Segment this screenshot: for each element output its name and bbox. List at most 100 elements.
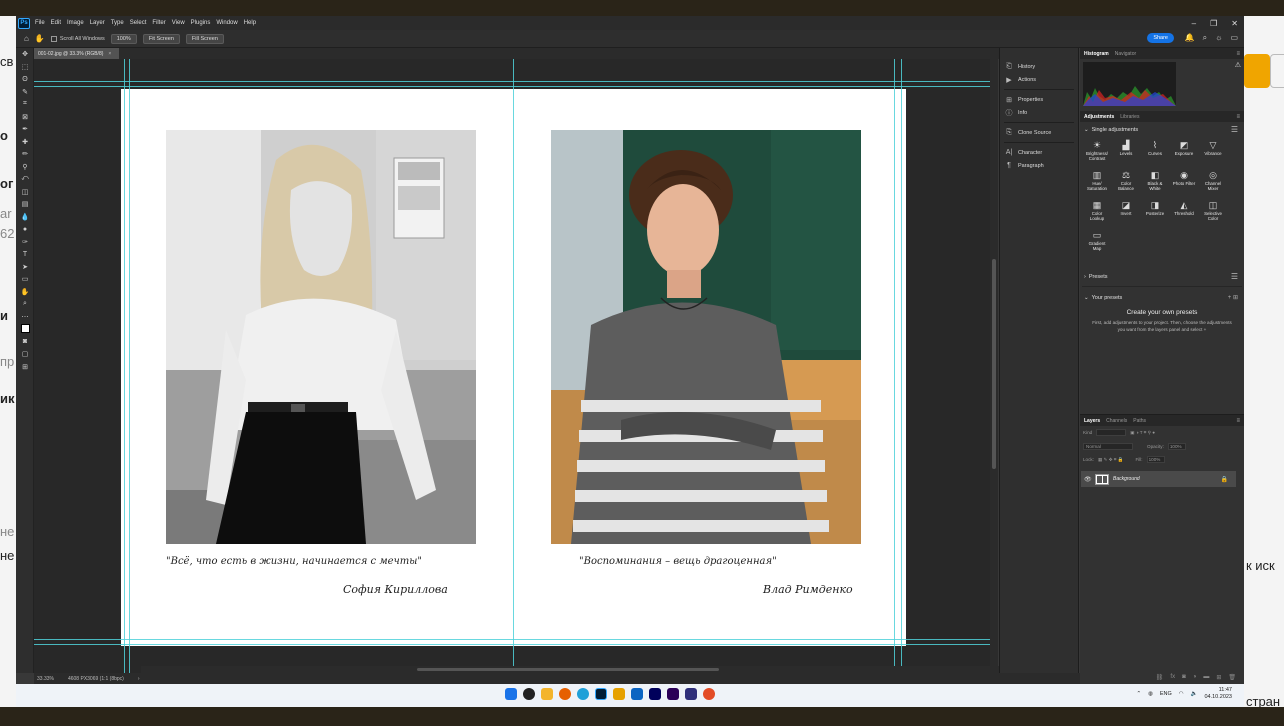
your-presets-header[interactable]: ⌄ Your presets bbox=[1084, 295, 1122, 301]
adjustment-invert[interactable]: ◪ Invert bbox=[1113, 200, 1139, 216]
minimize-button[interactable]: – bbox=[1192, 19, 1196, 28]
new-layer-icon[interactable]: ⊞ bbox=[1216, 674, 1221, 681]
marquee-tool-icon[interactable]: ⬚ bbox=[16, 61, 34, 74]
menu-help[interactable]: Help bbox=[244, 20, 256, 26]
fit-screen-button[interactable]: Fit Screen bbox=[142, 33, 180, 44]
menu-edit[interactable]: Edit bbox=[51, 20, 61, 26]
blend-mode-dropdown[interactable]: Normal bbox=[1083, 443, 1133, 450]
lasso-tool-icon[interactable]: ʘ bbox=[16, 73, 34, 86]
path-selection-tool-icon[interactable]: ➤ bbox=[16, 261, 34, 274]
vertical-scrollbar[interactable] bbox=[990, 59, 998, 673]
start-icon[interactable] bbox=[505, 688, 517, 700]
document-tab[interactable]: 001-02.jpg @ 33.3% (RGB/8) × bbox=[34, 48, 119, 59]
history-brush-tool-icon[interactable]: ⤺ bbox=[16, 173, 34, 186]
move-tool-icon[interactable]: ✥ bbox=[16, 48, 34, 61]
tab-layers[interactable]: Layers bbox=[1084, 418, 1100, 424]
adjustment-photo-filter[interactable]: ◉ Photo Filter bbox=[1171, 170, 1197, 186]
restore-button[interactable]: ❐ bbox=[1210, 19, 1217, 28]
dock-info[interactable]: ⓘ Info bbox=[1000, 106, 1078, 119]
menu-view[interactable]: View bbox=[172, 20, 185, 26]
mask-icon[interactable]: ◙ bbox=[1182, 674, 1186, 681]
close-tab-icon[interactable]: × bbox=[108, 51, 111, 57]
list-view-icon[interactable]: ☰ bbox=[1231, 272, 1238, 281]
adjustment-vibrance[interactable]: ▽ Vibrance bbox=[1200, 140, 1226, 156]
premiere-icon[interactable] bbox=[667, 688, 679, 700]
chevron-up-icon[interactable]: ⌃ bbox=[1136, 691, 1141, 697]
gradient-tool-icon[interactable]: ▤ bbox=[16, 198, 34, 211]
fx-icon[interactable]: fx bbox=[1170, 674, 1175, 681]
spot-healing-tool-icon[interactable]: ✚ bbox=[16, 136, 34, 149]
warning-icon[interactable]: ⚠ bbox=[1235, 61, 1241, 69]
blur-tool-icon[interactable]: 💧 bbox=[16, 211, 34, 224]
dock-paragraph[interactable]: ¶ Paragraph bbox=[1000, 159, 1078, 172]
chrome-icon[interactable] bbox=[703, 688, 715, 700]
list-view-icon[interactable]: ☰ bbox=[1231, 125, 1238, 134]
dock-actions[interactable]: ▶ Actions bbox=[1000, 73, 1078, 86]
menu-type[interactable]: Type bbox=[111, 20, 124, 26]
hand-tool-icon[interactable]: ✋ bbox=[16, 286, 34, 299]
clone-stamp-tool-icon[interactable]: ⚲ bbox=[16, 161, 34, 174]
add-preset-icon[interactable]: + ⊞ bbox=[1228, 294, 1238, 301]
opacity-field[interactable]: 100% bbox=[1167, 443, 1186, 450]
edge-icon[interactable] bbox=[577, 688, 589, 700]
adjustment-selective-color[interactable]: ◫ Selective Color bbox=[1200, 200, 1226, 221]
firefox-icon[interactable] bbox=[559, 688, 571, 700]
language-indicator[interactable]: ENG bbox=[1160, 691, 1172, 697]
presets-header[interactable]: › Presets bbox=[1084, 274, 1108, 280]
tab-libraries[interactable]: Libraries bbox=[1120, 114, 1139, 120]
workspace-icon[interactable]: ▭ bbox=[1230, 33, 1238, 43]
adjustment-layer-icon[interactable]: ◑ bbox=[1193, 674, 1197, 681]
file-explorer-icon[interactable] bbox=[541, 688, 553, 700]
adjustment-color-balance[interactable]: ⚖ Color Balance bbox=[1113, 170, 1139, 191]
horizontal-scroll-thumb[interactable] bbox=[417, 668, 719, 671]
group-icon[interactable]: ▬ bbox=[1203, 674, 1209, 681]
zoom-level[interactable]: 33.33% bbox=[37, 676, 54, 682]
adjustment-channel-mixer[interactable]: ◎ Channel Mixer bbox=[1200, 170, 1226, 191]
quick-mask-icon[interactable]: ◙ bbox=[16, 336, 34, 349]
dock-clone-source[interactable]: ⎘ Clone Source bbox=[1000, 126, 1078, 139]
layer-name[interactable]: Background bbox=[1113, 476, 1140, 482]
tab-adjustments[interactable]: Adjustments bbox=[1084, 114, 1114, 120]
lock-icon[interactable]: 🔒 bbox=[1221, 476, 1228, 483]
adjustment-curves[interactable]: ⌇ Curves bbox=[1142, 140, 1168, 156]
dodge-tool-icon[interactable]: ● bbox=[16, 223, 34, 236]
more-tools-icon[interactable]: ⋯ bbox=[16, 311, 34, 324]
horizontal-scrollbar[interactable] bbox=[141, 666, 999, 673]
home-icon[interactable]: ⌂ bbox=[24, 34, 29, 43]
layer-row-background[interactable]: 👁 Background 🔒 bbox=[1081, 471, 1236, 487]
app-tray-icon[interactable]: ◍ bbox=[1148, 691, 1153, 697]
dock-character[interactable]: A| Character bbox=[1000, 146, 1078, 159]
menu-select[interactable]: Select bbox=[130, 20, 147, 26]
after-effects-icon[interactable] bbox=[649, 688, 661, 700]
adjustment-posterize[interactable]: ◨ Posterize bbox=[1142, 200, 1168, 216]
dock-history[interactable]: ⎗ History bbox=[1000, 60, 1078, 73]
tab-paths[interactable]: Paths bbox=[1133, 418, 1146, 424]
panel-menu-icon[interactable]: ≡ bbox=[1236, 418, 1240, 424]
discover-icon[interactable]: ☼ bbox=[1215, 33, 1222, 43]
share-button[interactable]: Share bbox=[1147, 33, 1174, 43]
screen-mode-icon[interactable]: ▢ bbox=[16, 348, 34, 361]
scroll-all-windows-checkbox[interactable]: Scroll All Windows bbox=[50, 35, 105, 42]
menu-file[interactable]: File bbox=[35, 20, 45, 26]
hand-tool-icon[interactable]: ✋ bbox=[35, 34, 45, 43]
eye-icon[interactable]: 👁 bbox=[1084, 476, 1092, 483]
document-info[interactable]: 4608 PX3069 (1:1 (8bpc) bbox=[68, 676, 124, 682]
photoshop-taskbar-icon[interactable] bbox=[595, 688, 607, 700]
single-adjustments-header[interactable]: ⌄ Single adjustments bbox=[1084, 127, 1138, 133]
frame-tool-icon[interactable]: ⊠ bbox=[16, 111, 34, 124]
adjustment-gradient-map[interactable]: ▭ Gradient Map bbox=[1084, 230, 1110, 251]
fill-screen-button[interactable]: Fill Screen bbox=[185, 33, 224, 44]
eyedropper-tool-icon[interactable]: ✒ bbox=[16, 123, 34, 136]
adjustment-threshold[interactable]: ◭ Threshold bbox=[1171, 200, 1197, 216]
brush-tool-icon[interactable]: ✏ bbox=[16, 148, 34, 161]
kind-filter[interactable]: Kind bbox=[1083, 430, 1092, 435]
kind-dropdown[interactable] bbox=[1096, 429, 1127, 436]
wifi-icon[interactable]: ◠ bbox=[1179, 691, 1184, 697]
app-icon[interactable] bbox=[613, 688, 625, 700]
adjustment-hue-saturation[interactable]: ▥ Hue/ Saturation bbox=[1084, 170, 1110, 191]
app-icon[interactable] bbox=[685, 688, 697, 700]
tab-navigator[interactable]: Navigator bbox=[1115, 51, 1136, 57]
crop-tool-icon[interactable]: ⌗ bbox=[16, 98, 34, 111]
adjustment-brightness-contrast[interactable]: ☀ Brightness/ Contrast bbox=[1084, 140, 1110, 161]
fill-field[interactable]: 100% bbox=[1146, 456, 1165, 463]
